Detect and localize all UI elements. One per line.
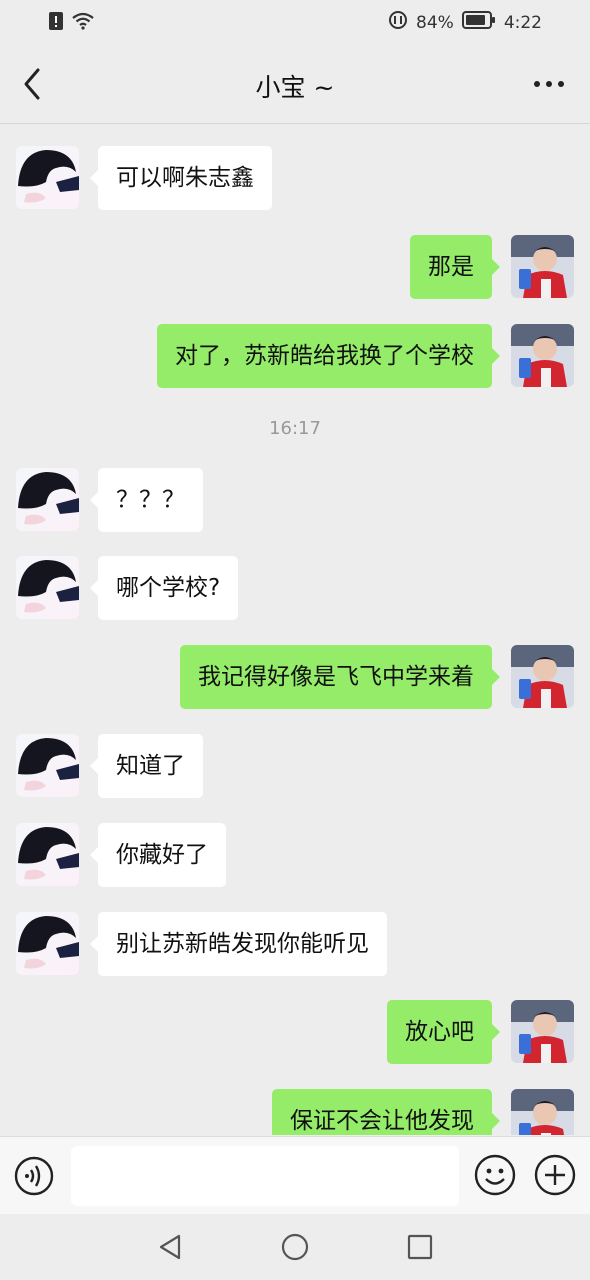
message-bubble-sent[interactable]: 放心吧 <box>387 1000 500 1064</box>
system-home-button[interactable] <box>280 1232 310 1262</box>
message-row: 哪个学校? <box>0 556 590 620</box>
plus-icon <box>534 1154 576 1196</box>
message-row: 别让苏新皓发现你能听见 <box>0 912 590 976</box>
voice-button[interactable] <box>14 1156 54 1196</box>
alert-icon <box>48 11 64 35</box>
home-circle-icon <box>281 1233 309 1261</box>
system-navigation-bar <box>0 1214 590 1280</box>
contact-avatar[interactable] <box>16 556 79 619</box>
chat-title: 小宝 ~ <box>255 73 335 102</box>
message-row: 你藏好了 <box>0 823 590 887</box>
message-row: 知道了 <box>0 734 590 798</box>
message-bubble-received[interactable]: 哪个学校? <box>89 556 239 620</box>
battery-percent: 84% <box>416 12 454 33</box>
back-triangle-icon <box>159 1234 181 1260</box>
message-bubble-received[interactable]: 可以啊朱志鑫 <box>90 146 272 210</box>
my-avatar[interactable] <box>511 235 574 298</box>
my-avatar[interactable] <box>511 324 574 387</box>
system-recents-button[interactable] <box>405 1232 435 1262</box>
contact-avatar[interactable] <box>16 823 79 886</box>
message-row: 可以啊朱志鑫 <box>0 146 590 210</box>
message-bubble-sent[interactable]: 保证不会让他发现 <box>272 1089 500 1135</box>
status-time: 4:22 <box>503 12 542 33</box>
voice-icon <box>14 1156 54 1196</box>
emoji-icon <box>474 1154 516 1196</box>
message-timestamp: 16:17 <box>269 418 321 439</box>
message-bubble-sent[interactable]: 我记得好像是飞飞中学来着 <box>180 645 500 709</box>
message-list[interactable]: 可以啊朱志鑫 那是 对了，苏新皓给我换了个学校 16:17 ？？？ 哪个学校? … <box>0 125 590 1135</box>
message-row: 那是 <box>0 235 590 299</box>
contact-avatar[interactable] <box>16 734 79 797</box>
more-button[interactable] <box>532 72 566 96</box>
message-row: ？？？ <box>0 468 590 532</box>
contact-avatar[interactable] <box>16 912 79 975</box>
contact-avatar[interactable] <box>16 468 79 531</box>
message-bubble-received[interactable]: ？？？ <box>90 468 203 532</box>
data-saver-icon <box>388 10 408 35</box>
my-avatar[interactable] <box>511 1000 574 1063</box>
message-row: 我记得好像是飞飞中学来着 <box>0 645 590 709</box>
message-bubble-received[interactable]: 知道了 <box>90 734 203 798</box>
status-right: 84% 4:22 <box>388 10 542 35</box>
my-avatar[interactable] <box>511 645 574 708</box>
more-dots-icon <box>534 81 564 87</box>
message-bubble-sent[interactable]: 那是 <box>410 235 500 299</box>
input-bar <box>0 1136 590 1214</box>
message-row: 对了，苏新皓给我换了个学校 <box>0 324 590 388</box>
message-row: 放心吧 <box>0 1000 590 1064</box>
wifi-icon <box>72 12 94 34</box>
my-avatar[interactable] <box>511 1089 574 1135</box>
status-bar: 84% 4:22 <box>0 0 590 44</box>
message-bubble-received[interactable]: 别让苏新皓发现你能听见 <box>90 912 387 976</box>
message-input[interactable] <box>71 1146 459 1206</box>
contact-avatar[interactable] <box>16 146 79 209</box>
more-functions-button[interactable] <box>534 1154 576 1196</box>
battery-icon <box>461 11 496 34</box>
message-bubble-sent[interactable]: 对了，苏新皓给我换了个学校 <box>157 324 500 388</box>
status-left <box>48 11 94 35</box>
message-bubble-received[interactable]: 你藏好了 <box>90 823 226 887</box>
system-back-button[interactable] <box>155 1232 185 1262</box>
emoji-button[interactable] <box>474 1154 516 1196</box>
message-row: 保证不会让他发现 <box>0 1089 590 1135</box>
chat-header: 小宝 ~ <box>0 44 590 124</box>
recents-square-icon <box>407 1234 433 1260</box>
